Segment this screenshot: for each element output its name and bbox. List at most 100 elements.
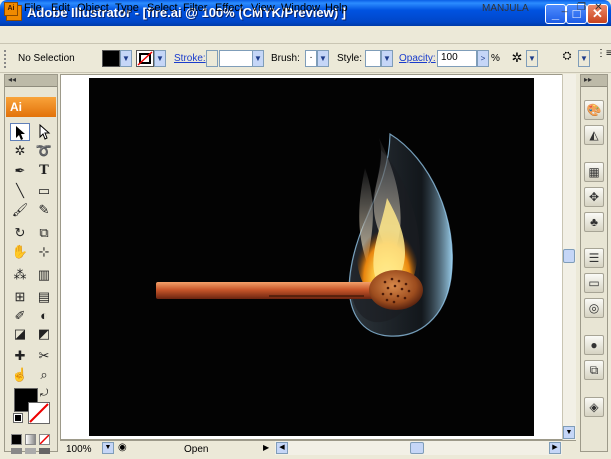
gradient-mode-icon[interactable] [25, 434, 36, 445]
stroke-dropdown[interactable]: ▼ [154, 50, 166, 67]
blend-tool-icon[interactable]: ◐ [34, 307, 54, 325]
grip-icon[interactable] [4, 50, 8, 68]
direct-selection-tool-icon[interactable] [34, 123, 54, 141]
opacity-dropdown[interactable]: > [477, 50, 489, 67]
collapse-icon[interactable]: ◂◂ [5, 75, 16, 84]
selection-tool-icon[interactable] [10, 123, 30, 141]
screen-mode-full-menu-icon[interactable] [25, 448, 36, 454]
menu-select[interactable]: Select [147, 2, 178, 14]
symbols-panel-icon[interactable]: ♣ [584, 212, 604, 232]
scroll-left-button[interactable]: ◀ [276, 442, 288, 454]
graphic-styles-panel-icon[interactable]: ⧉ [584, 360, 604, 380]
screen-mode-normal-icon[interactable] [11, 448, 22, 454]
none-stroke-icon [137, 51, 153, 66]
scale-tool-icon[interactable]: ⧉ [34, 224, 54, 242]
menu-object[interactable]: Object [77, 2, 109, 14]
hand-tool-icon[interactable]: ☝ [10, 366, 30, 384]
expand-icon[interactable]: ▸▸ [581, 75, 592, 84]
brushes-panel-icon[interactable]: ✥ [584, 187, 604, 207]
warp-tool-icon[interactable]: ✋ [10, 243, 30, 261]
dock-header[interactable]: ▸▸ [581, 75, 607, 87]
stroke-weight-dropdown[interactable]: ▼ [252, 50, 264, 67]
user-label: MANJULA [482, 3, 529, 14]
doc-minimize-icon[interactable]: _ [558, 2, 571, 15]
magic-wand-tool-icon[interactable]: ✲ [10, 142, 30, 160]
horizontal-scroll-thumb[interactable] [410, 442, 424, 454]
style-selector[interactable] [365, 50, 381, 67]
rotate-tool-icon[interactable]: ↻ [10, 224, 30, 242]
free-transform-tool-icon[interactable]: ⊹ [34, 243, 54, 261]
stroke-swatch[interactable] [136, 50, 154, 67]
lasso-tool-icon[interactable]: ➰ [34, 142, 54, 160]
mesh-tool-icon[interactable]: ⊞ [10, 288, 30, 306]
magic-wand-dropdown[interactable]: ▼ [526, 50, 538, 67]
line-tool-icon[interactable]: ╲ [10, 182, 30, 200]
stroke-weight-input[interactable] [219, 50, 253, 67]
style-dropdown[interactable]: ▼ [381, 50, 393, 67]
rectangle-tool-icon[interactable]: ▭ [34, 182, 54, 200]
live-paint-selection-tool-icon[interactable]: ◩ [34, 325, 54, 343]
graph-tool-icon[interactable]: ▥ [34, 266, 54, 284]
scroll-right-button[interactable]: ▶ [549, 442, 561, 454]
document-icon[interactable]: Ai [4, 2, 18, 16]
slice-tool-icon[interactable]: ✚ [10, 347, 30, 365]
pen-tool-icon[interactable]: ✒ [10, 162, 30, 180]
brush-selector[interactable]: · [305, 50, 317, 67]
status-menu-arrow-icon[interactable]: ▶ [263, 443, 269, 452]
zoom-dropdown[interactable]: ▼ [102, 442, 114, 454]
bridge-icon[interactable]: ⛭ [557, 50, 577, 67]
brush-dropdown[interactable]: ▼ [317, 50, 329, 67]
live-paint-tool-icon[interactable]: ◪ [10, 325, 30, 343]
menu-file[interactable]: File [24, 2, 42, 14]
fire-match-artwork [156, 132, 453, 337]
type-tool-icon[interactable]: T [34, 162, 54, 180]
bridge-dropdown[interactable]: ▼ [578, 50, 590, 67]
stroke-panel-icon[interactable]: ☰ [584, 248, 604, 268]
color-guide-panel-icon[interactable]: ◭ [584, 125, 604, 145]
zoom-level[interactable]: 100% [66, 444, 92, 455]
screen-mode-full-icon[interactable] [39, 448, 50, 454]
swatches-panel-icon[interactable]: ▦ [584, 162, 604, 182]
zoom-tool-icon[interactable]: ⌕ [34, 366, 54, 384]
stroke-label[interactable]: Stroke: [174, 53, 206, 64]
menu-help[interactable]: Help [325, 2, 348, 14]
stroke-color-box[interactable] [28, 402, 50, 424]
swap-colors-icon[interactable]: ⤾ [40, 388, 48, 399]
vertical-scroll-thumb[interactable] [563, 249, 575, 263]
menu-effect[interactable]: Effect [215, 2, 243, 14]
menu-edit[interactable]: Edit [51, 2, 70, 14]
control-menu-icon[interactable]: ⋮≡ [596, 48, 611, 59]
color-mode-icon[interactable] [11, 434, 22, 445]
menu-view[interactable]: View [251, 2, 275, 14]
opacity-label[interactable]: Opacity: [399, 53, 436, 64]
doc-restore-icon[interactable]: ❐ [575, 2, 588, 15]
stroke-weight-stepper[interactable] [206, 50, 218, 67]
layers-panel-icon[interactable]: ◈ [584, 397, 604, 417]
scissors-tool-icon[interactable]: ✂ [34, 347, 54, 365]
menu-type[interactable]: Type [115, 2, 139, 14]
symbol-sprayer-tool-icon[interactable]: ⁂ [10, 266, 30, 284]
version-cue-icon[interactable]: ◉ [118, 442, 127, 453]
default-colors-icon[interactable] [13, 413, 23, 423]
brush-label: Brush: [271, 53, 300, 64]
scroll-down-button[interactable]: ▼ [563, 426, 575, 439]
tools-panel-header[interactable]: ◂◂ [5, 75, 57, 87]
opacity-input[interactable]: 100 [437, 50, 477, 67]
color-panel-icon[interactable]: 🎨 [584, 100, 604, 120]
appearance-panel-icon[interactable]: ● [584, 335, 604, 355]
doc-close-icon[interactable]: ✕ [592, 2, 605, 15]
menu-filter[interactable]: Filter [183, 2, 207, 14]
fill-swatch[interactable] [102, 50, 120, 67]
gradient-panel-icon[interactable]: ▭ [584, 273, 604, 293]
transparency-panel-icon[interactable]: ◎ [584, 298, 604, 318]
fill-dropdown[interactable]: ▼ [120, 50, 132, 67]
paintbrush-tool-icon[interactable]: 🖌 [10, 201, 30, 219]
gradient-tool-icon[interactable]: ▤ [34, 288, 54, 306]
artboard[interactable] [89, 78, 534, 436]
menu-window[interactable]: Window [281, 2, 320, 14]
selection-status: No Selection [18, 53, 75, 64]
magic-wand-options-icon[interactable]: ✲ [508, 50, 526, 67]
eyedropper-tool-icon[interactable]: ✐ [10, 307, 30, 325]
pencil-tool-icon[interactable]: ✎ [34, 201, 54, 219]
none-mode-icon[interactable] [39, 434, 50, 445]
